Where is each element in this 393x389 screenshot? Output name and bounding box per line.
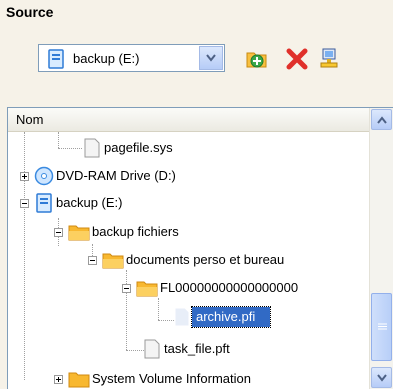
scroll-down-button[interactable] [371, 367, 392, 388]
tree-item-label: backup (E:) [56, 195, 123, 210]
drive-icon [36, 193, 52, 216]
tree-item-backup-drive[interactable]: backup (E:) [8, 192, 370, 214]
scrollbar-thumb[interactable] [371, 293, 392, 361]
dvd-icon [34, 166, 54, 189]
tree-item-archive[interactable]: archive.pfi [8, 306, 370, 328]
chevron-down-icon[interactable] [199, 46, 223, 70]
folder-icon [68, 369, 90, 389]
scroll-up-button[interactable] [371, 109, 392, 130]
drive-select[interactable]: backup (E:) [38, 44, 225, 72]
delete-x-icon [284, 46, 310, 72]
drive-icon [48, 49, 64, 72]
tree-item-pagefile[interactable]: pagefile.sys [8, 137, 370, 159]
section-title: Source [6, 4, 54, 20]
file-icon [174, 307, 190, 330]
grip-icon [378, 323, 387, 330]
source-panel: Source backup (E:) Nom pagefile.sys DVD-… [0, 0, 393, 389]
folder-open-icon [68, 222, 90, 245]
collapse-icon[interactable] [88, 256, 97, 265]
tree-item-dvd-drive[interactable]: DVD-RAM Drive (D:) [8, 165, 370, 187]
collapse-icon[interactable] [54, 228, 63, 237]
collapse-icon[interactable] [122, 284, 131, 293]
tree-item-label: archive.pfi [196, 309, 256, 324]
network-computer-icon [316, 46, 342, 72]
folder-tree[interactable]: Nom pagefile.sys DVD-RAM Drive (D:) back… [7, 107, 393, 389]
tree-item-label: task_file.pft [164, 341, 230, 356]
network-button[interactable] [316, 46, 342, 72]
column-header-label: Nom [16, 112, 44, 127]
tree-item-label: pagefile.sys [104, 140, 173, 155]
delete-button[interactable] [284, 46, 310, 72]
file-icon [144, 339, 160, 362]
tree-item-task-file[interactable]: task_file.pft [8, 338, 370, 360]
tree-column-header[interactable]: Nom [8, 108, 370, 132]
tree-item-label: backup fichiers [92, 224, 179, 239]
collapse-icon[interactable] [20, 199, 29, 208]
tree-item-documents[interactable]: documents perso et bureau [8, 249, 370, 271]
tree-item-label: FL00000000000000000 [160, 280, 299, 295]
vertical-scrollbar[interactable] [369, 108, 393, 389]
folder-open-icon [102, 250, 124, 273]
expand-icon[interactable] [54, 375, 63, 384]
tree-item-label: System Volume Information [92, 371, 251, 386]
drive-select-value: backup (E:) [73, 51, 140, 66]
expand-icon[interactable] [20, 172, 29, 181]
tree-item-label: DVD-RAM Drive (D:) [56, 168, 176, 183]
tree-item-system-volume[interactable]: System Volume Information [8, 368, 370, 389]
tree-item-label: documents perso et bureau [126, 252, 285, 267]
tree-item-fl-folder[interactable]: FL00000000000000000 [8, 277, 370, 299]
new-folder-button[interactable] [244, 46, 270, 72]
folder-open-icon [136, 278, 158, 301]
tree-item-backup-fichiers[interactable]: backup fichiers [8, 221, 370, 243]
file-icon [84, 138, 100, 161]
folder-add-icon [244, 46, 270, 72]
